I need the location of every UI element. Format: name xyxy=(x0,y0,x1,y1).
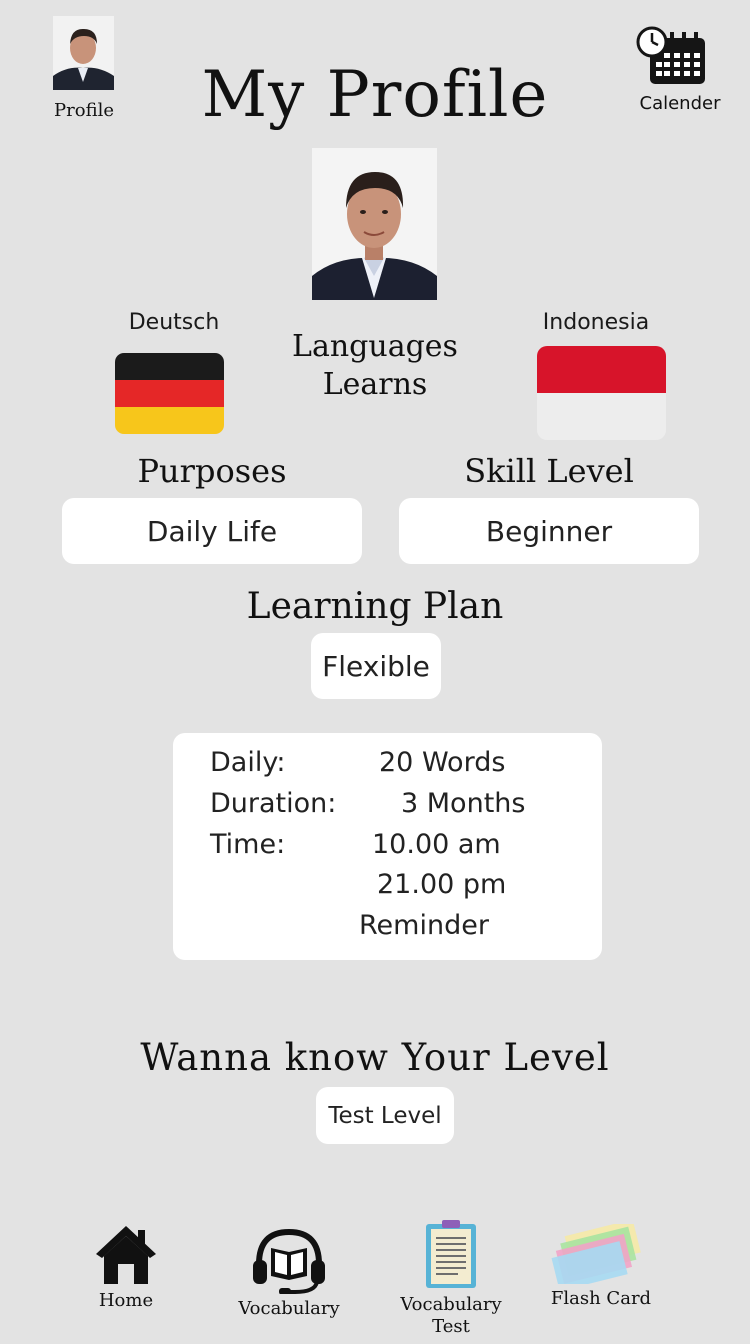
nav-vocabulary-test-label-2: Test xyxy=(432,1316,470,1337)
learning-plan-details[interactable]: Daily: 20 Words Duration: 3 Months Time:… xyxy=(173,733,602,960)
languages-title-line1: Languages xyxy=(292,329,458,364)
person-photo-icon xyxy=(312,148,437,300)
time-value-morning[interactable]: 10.00 am xyxy=(372,829,501,860)
calendar-label[interactable]: Calender xyxy=(620,93,740,114)
nav-home[interactable]: Home xyxy=(76,1224,176,1312)
purpose-select[interactable]: Daily Life xyxy=(62,498,362,564)
learning-plan-title: Learning Plan xyxy=(246,586,504,627)
profile-label[interactable]: Profile xyxy=(34,100,134,121)
nav-vocabulary-test[interactable]: Vocabulary Test xyxy=(391,1220,511,1338)
target-language-label: Indonesia xyxy=(542,310,650,335)
duration-label: Duration: xyxy=(210,788,337,819)
languages-title: Languages Learns xyxy=(270,328,480,404)
flash-cards-icon xyxy=(551,1219,641,1292)
daily-value[interactable]: 20 Words xyxy=(379,747,505,778)
nav-vocabulary-label: Vocabulary xyxy=(238,1298,340,1319)
skill-level-title: Skill Level xyxy=(464,452,634,490)
profile-avatar[interactable] xyxy=(53,16,114,90)
clipboard-icon xyxy=(426,1220,476,1288)
purposes-title: Purposes xyxy=(137,452,287,490)
profile-photo xyxy=(312,148,437,300)
nav-vocabulary-test-label-1: Vocabulary xyxy=(400,1294,502,1315)
reminder-label[interactable]: Reminder xyxy=(359,910,489,941)
page-title: My Profile xyxy=(201,58,549,132)
nav-flash-card-label: Flash Card xyxy=(550,1288,652,1309)
nav-flash-card[interactable]: Flash Card xyxy=(546,1219,656,1310)
person-photo-icon xyxy=(53,16,114,90)
level-test-title: Wanna know Your Level xyxy=(140,1036,610,1079)
german-flag-icon[interactable] xyxy=(115,353,224,434)
skill-level-select[interactable]: Beginner xyxy=(399,498,699,564)
audio-book-icon xyxy=(253,1228,325,1295)
daily-label: Daily: xyxy=(210,747,286,778)
nav-home-label: Home xyxy=(98,1290,154,1311)
test-level-button[interactable]: Test Level xyxy=(316,1087,454,1144)
time-value-evening[interactable]: 21.00 pm xyxy=(377,869,506,900)
calendar-icon[interactable] xyxy=(636,26,706,86)
indonesian-flag-icon[interactable] xyxy=(537,346,666,440)
languages-title-line2: Learns xyxy=(322,367,428,402)
nav-vocabulary[interactable]: Vocabulary xyxy=(229,1228,349,1320)
source-language-label: Deutsch xyxy=(128,310,220,335)
duration-value[interactable]: 3 Months xyxy=(401,788,525,819)
learning-plan-select[interactable]: Flexible xyxy=(311,633,441,699)
time-label: Time: xyxy=(210,829,286,860)
home-icon xyxy=(96,1226,156,1284)
